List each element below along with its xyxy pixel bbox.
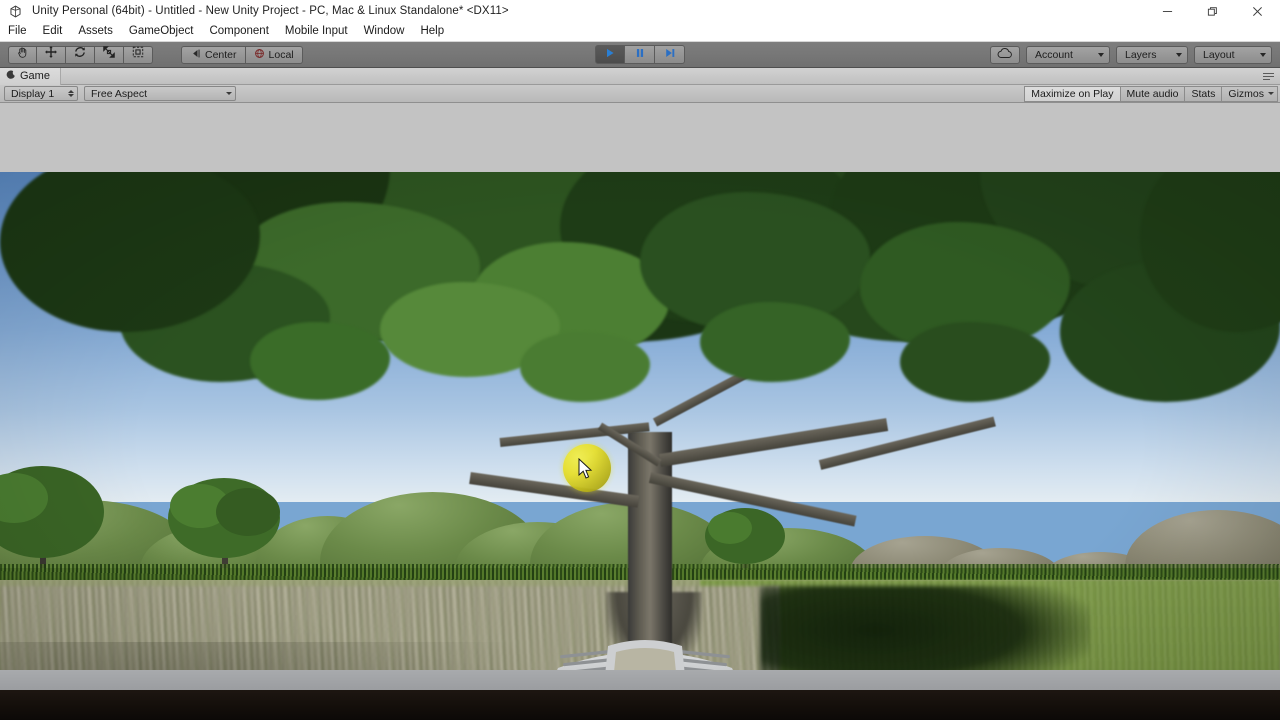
rotate-icon	[73, 45, 87, 64]
menu-window[interactable]: Window	[356, 22, 413, 41]
handle-space-button[interactable]: Local	[245, 45, 303, 64]
play-button[interactable]	[595, 45, 625, 64]
pause-icon	[634, 46, 646, 64]
minimize-button[interactable]	[1145, 0, 1190, 22]
chevron-down-icon	[226, 92, 232, 95]
rect-transform-tool-button[interactable]	[124, 45, 153, 64]
move-icon	[44, 45, 58, 64]
panel-menu-icon[interactable]	[1263, 70, 1277, 82]
chevron-down-icon	[1176, 52, 1182, 57]
menu-file[interactable]: File	[0, 22, 35, 41]
game-view-toolbar: Display 1 Free Aspect Maximize on Play M…	[0, 85, 1280, 103]
tab-game[interactable]: Game	[0, 67, 61, 85]
move-tool-button[interactable]	[37, 45, 66, 64]
restore-button[interactable]	[1190, 0, 1235, 22]
game-panel: Game Display 1 Free Aspect Maximize on P…	[0, 67, 1280, 720]
menu-assets[interactable]: Assets	[70, 22, 121, 41]
unity-logo-icon	[4, 0, 26, 22]
mute-audio-toggle[interactable]: Mute audio	[1119, 85, 1185, 102]
toolbar-right-group: Account Layers Layout	[990, 45, 1280, 64]
chevron-down-icon	[1260, 52, 1266, 57]
pivot-mode-label: Center	[205, 48, 237, 61]
hand-tool-button[interactable]	[8, 45, 37, 64]
display-dropdown[interactable]: Display 1	[4, 86, 78, 101]
step-icon	[664, 46, 676, 64]
window-title: Unity Personal (64bit) - Untitled - New …	[32, 5, 509, 17]
layout-dropdown[interactable]: Layout	[1194, 45, 1272, 64]
handle-space-label: Local	[268, 48, 294, 61]
handle-local-icon	[254, 48, 265, 62]
game-view-icon	[6, 69, 16, 83]
maximize-on-play-toggle[interactable]: Maximize on Play	[1024, 85, 1120, 102]
unity-editor-window: Unity Personal (64bit) - Untitled - New …	[0, 0, 1280, 720]
window-controls	[1145, 0, 1280, 22]
menu-mobile-input[interactable]: Mobile Input	[277, 22, 356, 41]
tab-game-label: Game	[20, 70, 50, 82]
cloud-icon	[997, 46, 1013, 64]
gizmos-label: Gizmos	[1228, 87, 1264, 100]
close-button[interactable]	[1235, 0, 1280, 22]
play-icon	[604, 46, 616, 64]
aspect-ratio-label: Free Aspect	[91, 87, 148, 100]
stepper-arrows-icon	[68, 90, 74, 97]
mouse-pointer-icon	[578, 458, 593, 479]
rect-transform-icon	[131, 45, 145, 64]
rotate-tool-button[interactable]	[66, 45, 95, 64]
pivot-space-group: Center Local	[181, 45, 303, 64]
aspect-ratio-dropdown[interactable]: Free Aspect	[84, 86, 236, 101]
step-button[interactable]	[655, 45, 685, 64]
main-toolbar: Center Local Account Layers Layout	[0, 42, 1280, 68]
pause-button[interactable]	[625, 45, 655, 64]
account-label: Account	[1035, 48, 1073, 61]
scale-tool-button[interactable]	[95, 45, 124, 64]
status-strip	[0, 670, 1280, 690]
unity-cloud-button[interactable]	[990, 45, 1020, 64]
panel-tab-row: Game	[0, 67, 1280, 85]
gizmos-dropdown[interactable]: Gizmos	[1221, 85, 1278, 102]
bottom-letterbox	[0, 690, 1280, 720]
stats-toggle[interactable]: Stats	[1184, 85, 1222, 102]
chevron-down-icon	[1268, 92, 1274, 95]
account-dropdown[interactable]: Account	[1026, 45, 1110, 64]
pivot-mode-button[interactable]: Center	[181, 45, 246, 64]
playback-controls	[595, 45, 685, 64]
scale-icon	[102, 45, 116, 64]
menu-component[interactable]: Component	[201, 22, 276, 41]
pivot-center-icon	[190, 48, 201, 62]
menu-help[interactable]: Help	[412, 22, 452, 41]
game-view-render[interactable]: UNITY	[0, 172, 1280, 720]
menu-edit[interactable]: Edit	[35, 22, 71, 41]
view-vignette	[0, 172, 1280, 720]
menu-gameobject[interactable]: GameObject	[121, 22, 202, 41]
transform-tools-group	[8, 45, 153, 64]
hand-icon	[16, 46, 29, 64]
game-view-toggles: Maximize on Play Mute audio Stats Gizmos	[1024, 85, 1278, 102]
title-bar: Unity Personal (64bit) - Untitled - New …	[0, 0, 1280, 22]
menu-bar: File Edit Assets GameObject Component Mo…	[0, 22, 1280, 42]
chevron-down-icon	[1098, 52, 1104, 57]
display-label: Display 1	[11, 87, 55, 100]
layers-dropdown[interactable]: Layers	[1116, 45, 1188, 64]
layers-label: Layers	[1125, 48, 1157, 61]
layout-label: Layout	[1203, 48, 1235, 61]
